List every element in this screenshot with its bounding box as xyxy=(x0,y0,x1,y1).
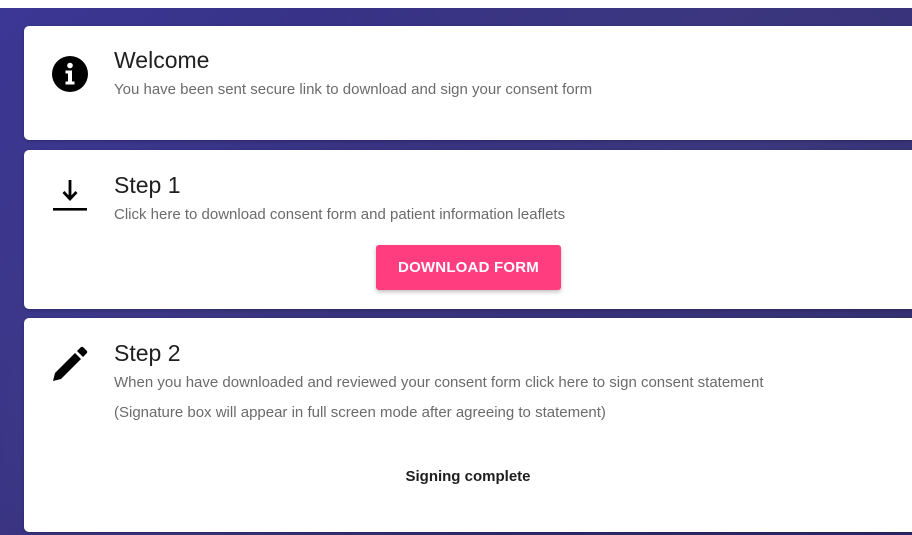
page-background: Welcome You have been sent secure link t… xyxy=(0,8,912,535)
signing-status: Signing complete xyxy=(405,468,531,485)
step2-description[interactable]: When you have downloaded and reviewed yo… xyxy=(114,374,764,392)
step1-card: Step 1 Click here to download consent fo… xyxy=(24,150,912,309)
welcome-card: Welcome You have been sent secure link t… xyxy=(24,26,912,140)
welcome-description: You have been sent secure link to downlo… xyxy=(114,81,593,98)
step1-title: Step 1 xyxy=(114,172,181,198)
welcome-title: Welcome xyxy=(114,47,210,73)
step2-title: Step 2 xyxy=(114,340,181,366)
download-icon xyxy=(53,180,87,211)
download-form-button[interactable]: DOWNLOAD FORM xyxy=(376,245,561,290)
pencil-icon xyxy=(53,346,88,381)
info-icon xyxy=(52,56,88,92)
step2-card: Step 2 When you have downloaded and revi… xyxy=(24,318,912,532)
step2-note: (Signature box will appear in full scree… xyxy=(114,404,606,421)
step1-description: Click here to download consent form and … xyxy=(114,206,566,223)
